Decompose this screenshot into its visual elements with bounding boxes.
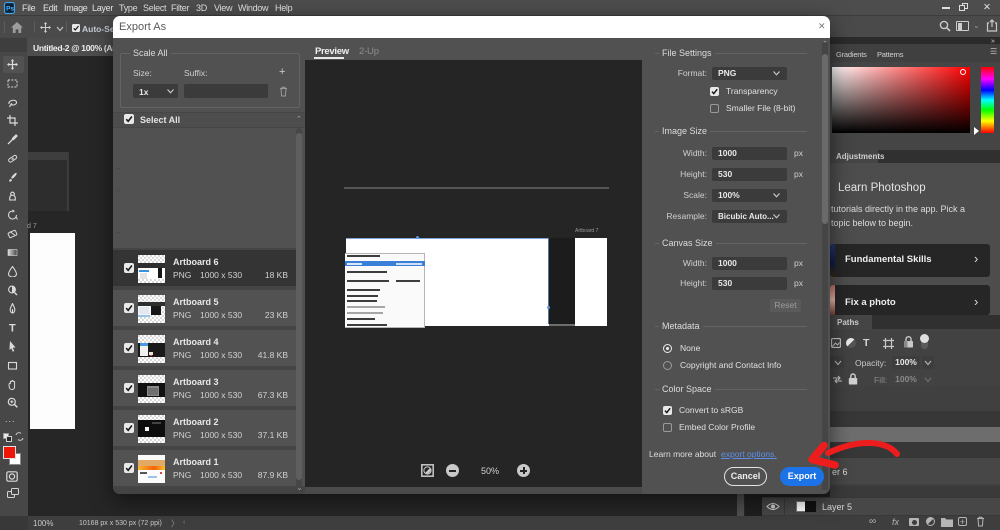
svg-text:Ps: Ps xyxy=(6,6,14,13)
svg-text:T: T xyxy=(9,323,16,334)
